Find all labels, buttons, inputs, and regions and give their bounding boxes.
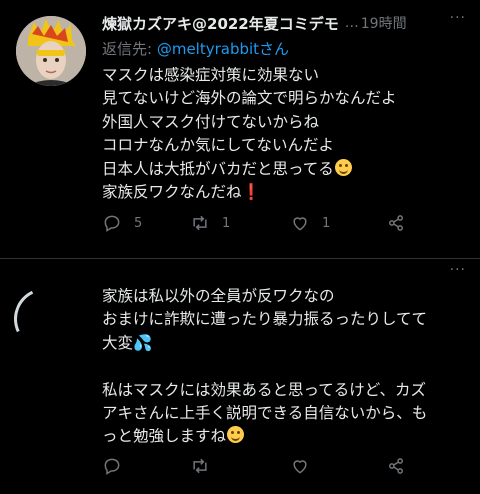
smile-emoji-icon: [334, 158, 352, 176]
tweet-text-line: 日本人は大抵がバカだと思ってる: [102, 159, 334, 178]
tweet-text-line: っと勉強しますね: [102, 427, 227, 446]
tweet-text-line: 私はマスクには効果あると思ってるけど、カズ: [102, 380, 426, 399]
exclamation-emoji: ❗: [241, 183, 261, 202]
tweet-text-line: コロナなんか気にしてないんだよ: [102, 136, 335, 155]
tweet-text-line: 家族は私以外の全員が反ワクなの: [102, 287, 335, 305]
share-button[interactable]: [386, 213, 406, 233]
retweet-button[interactable]: 1: [190, 213, 230, 233]
like-count: 1: [322, 215, 331, 231]
tweet-text-line: アキさんに上手く説明できる自信ないから、も: [102, 404, 428, 423]
tweet-text-line: おまけに詐欺に遭ったり暴力振るったりしてて: [102, 310, 428, 329]
more-icon[interactable]: ···: [450, 262, 466, 278]
tweet-text-line: マスクは感染症対策に効果ない: [102, 66, 320, 84]
action-bar: 5 1 1: [102, 213, 422, 237]
more-icon[interactable]: ···: [450, 10, 466, 26]
tweet-text-line: 大変💦: [102, 333, 153, 352]
reply-context: 返信先: @meltyrabbitさん: [102, 38, 289, 59]
reply-icon: [104, 458, 120, 475]
share-icon: [389, 458, 403, 474]
share-icon: [389, 215, 403, 231]
action-bar: [102, 456, 422, 480]
smile-emoji-icon: [227, 426, 245, 444]
tweet-text-line-with-emoji: っと勉強しますね: [102, 425, 462, 448]
like-icon: [293, 217, 307, 231]
retweet-icon: [193, 458, 207, 474]
avatar[interactable]: [16, 16, 86, 86]
tweet-text-line-with-exclaim: 家族反ワクなんだね❗: [102, 181, 462, 204]
tweet-text-line-with-emoji: 日本人は大抵がバカだと思ってる: [102, 158, 462, 181]
name-ellipsis: …: [344, 15, 359, 31]
reply-count: 5: [134, 215, 143, 231]
tweet-text-blank-line: ​: [102, 355, 462, 378]
like-icon: [293, 460, 307, 474]
display-name[interactable]: 煉獄カズアキ@2022年夏コミデモ: [102, 13, 339, 34]
retweet-count: 1: [222, 215, 231, 231]
reply-prefix: 返信先:: [102, 40, 157, 58]
reply-handle-link[interactable]: @meltyrabbitさん: [157, 40, 289, 58]
share-button[interactable]: [386, 456, 406, 476]
avatar-image-icon: [16, 16, 86, 86]
tweet-1[interactable]: 煉獄カズアキ@2022年夏コミデモ … 19時間 ··· 返信先: @melty…: [0, 0, 480, 258]
like-button[interactable]: 1: [290, 213, 330, 233]
reply-button[interactable]: 5: [102, 213, 142, 233]
reply-icon: [104, 215, 120, 232]
tweet-text-line: 見てないけど海外の論文で明らかなんだよ: [102, 89, 397, 108]
reply-button[interactable]: [102, 456, 122, 476]
retweet-button[interactable]: [190, 456, 210, 476]
retweet-icon: [193, 215, 207, 231]
tweet-header: 煉獄カズアキ@2022年夏コミデモ … 19時間: [102, 12, 407, 34]
like-button[interactable]: [290, 456, 310, 476]
tweet-text: マスクは感染症対策に効果ない見てないけど海外の論文で明らかなんだよ 外国人マスク付…: [102, 64, 462, 204]
tweet-text-line: 外国人マスク付けてないからね: [102, 112, 320, 131]
timestamp[interactable]: 19時間: [361, 13, 407, 33]
tweet-text: 家族は私以外の全員が反ワクなのおまけに詐欺に遭ったり暴力振るったりしてて大変💦 ​…: [102, 285, 462, 449]
tweet-text-line: 家族反ワクなんだね: [102, 183, 242, 202]
